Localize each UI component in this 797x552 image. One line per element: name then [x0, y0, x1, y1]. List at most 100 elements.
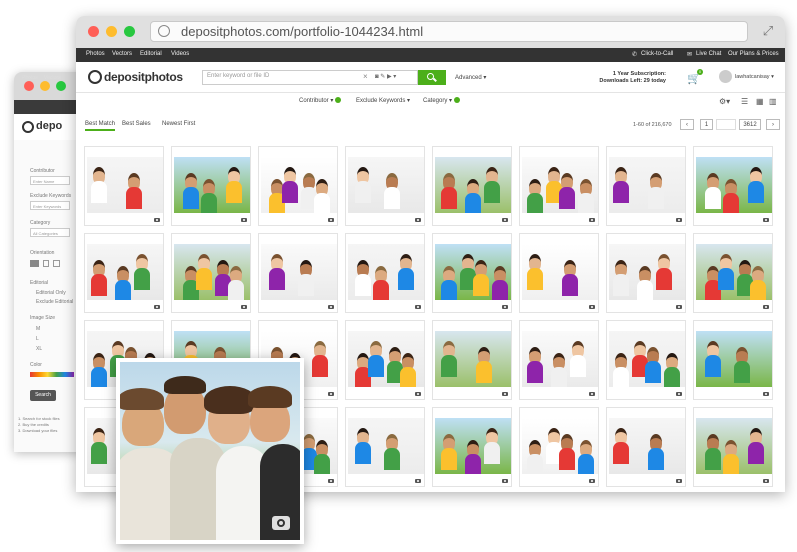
camera-icon[interactable] — [676, 218, 682, 222]
back-search-button[interactable]: Search — [30, 390, 56, 401]
camera-icon[interactable] — [502, 392, 508, 396]
camera-icon[interactable] — [241, 305, 247, 309]
photo-tile[interactable] — [693, 233, 773, 313]
camera-icon[interactable] — [589, 392, 595, 396]
address-bar[interactable]: depositphotos.com/portfolio-1044234.html — [150, 21, 748, 42]
camera-icon[interactable] — [328, 392, 334, 396]
camera-icon[interactable] — [763, 305, 769, 309]
photo-tile[interactable] — [345, 407, 425, 487]
camera-icon[interactable] — [502, 479, 508, 483]
photo-tile[interactable] — [432, 233, 512, 313]
camera-icon[interactable] — [272, 516, 290, 530]
contributor-input[interactable]: Enter Name — [30, 176, 70, 185]
camera-icon[interactable] — [763, 218, 769, 222]
photo-tile[interactable] — [345, 320, 425, 400]
search-button[interactable] — [418, 70, 446, 85]
advanced-search-dropdown[interactable]: Advanced ▾ — [455, 74, 486, 81]
nav-vectors[interactable]: Vectors — [112, 51, 132, 57]
photo-tile[interactable] — [345, 233, 425, 313]
size-option-m[interactable]: M — [36, 326, 40, 332]
camera-icon[interactable] — [676, 392, 682, 396]
camera-icon[interactable] — [415, 479, 421, 483]
camera-icon[interactable] — [154, 305, 160, 309]
editorial-only-checkbox[interactable]: Editorial Only — [36, 290, 66, 296]
search-tools-icons[interactable]: ◙ ✎ ▶ ▾ — [375, 73, 396, 80]
size-option-l[interactable]: L — [36, 336, 39, 342]
current-page-input[interactable]: 1 — [700, 119, 713, 130]
filter-contributor[interactable]: Contributor ▾ — [299, 97, 342, 104]
filter-exclude-keywords[interactable]: Exclude Keywords ▾ — [356, 97, 410, 104]
photo-tile[interactable] — [345, 146, 425, 226]
nav-editorial[interactable]: Editorial — [140, 51, 162, 57]
size-option-xl[interactable]: XL — [36, 346, 42, 352]
photo-tile[interactable] — [519, 146, 599, 226]
photo-tile[interactable] — [258, 146, 338, 226]
photo-tile[interactable] — [693, 407, 773, 487]
photo-tile[interactable] — [432, 407, 512, 487]
camera-icon[interactable] — [328, 218, 334, 222]
photo-tile[interactable] — [693, 320, 773, 400]
orientation-horizontal-icon[interactable] — [30, 260, 39, 267]
minimize-dot[interactable] — [40, 81, 50, 91]
photo-tile[interactable] — [606, 233, 686, 313]
sort-best-sales[interactable]: Best Sales — [122, 121, 151, 127]
photo-tile[interactable] — [258, 233, 338, 313]
url-text[interactable]: depositphotos.com/portfolio-1044234.html — [181, 24, 423, 39]
list-view-icon[interactable]: ☰ — [741, 97, 748, 106]
photo-tile[interactable] — [432, 146, 512, 226]
search-input[interactable]: Enter keyword or file ID × ◙ ✎ ▶ ▾ — [202, 70, 418, 85]
camera-icon[interactable] — [415, 305, 421, 309]
page-jump-input[interactable] — [716, 119, 736, 130]
camera-icon[interactable] — [241, 218, 247, 222]
camera-icon[interactable] — [676, 305, 682, 309]
prev-page-button[interactable]: ‹ — [680, 119, 694, 130]
photo-tile[interactable] — [606, 320, 686, 400]
camera-icon[interactable] — [328, 305, 334, 309]
sort-best-match[interactable]: Best Match — [85, 121, 116, 131]
gear-icon[interactable]: ⚙▾ — [719, 97, 730, 106]
sort-newest-first[interactable]: Newest First — [162, 121, 195, 127]
plans-link[interactable]: Our Plans & Prices — [728, 51, 779, 57]
camera-icon[interactable] — [415, 218, 421, 222]
grid-view-icon[interactable]: ▦ — [756, 97, 764, 106]
camera-icon[interactable] — [763, 479, 769, 483]
filter-category[interactable]: Category ▾ — [423, 97, 461, 104]
photo-tile[interactable] — [84, 146, 164, 226]
close-icon[interactable]: × — [363, 72, 368, 81]
camera-icon[interactable] — [589, 479, 595, 483]
photo-tile[interactable] — [519, 320, 599, 400]
nav-videos[interactable]: Videos — [171, 51, 189, 57]
minimize-dot[interactable] — [106, 26, 117, 37]
photo-tile[interactable] — [519, 233, 599, 313]
click-to-call-link[interactable]: Click-to-Call — [641, 51, 673, 57]
photo-tile[interactable] — [606, 146, 686, 226]
logo-icon[interactable] — [88, 70, 102, 84]
photo-tile[interactable] — [171, 233, 251, 313]
maximize-dot[interactable] — [124, 26, 135, 37]
camera-icon[interactable] — [502, 305, 508, 309]
photo-tile[interactable] — [693, 146, 773, 226]
photo-tile[interactable] — [171, 146, 251, 226]
camera-icon[interactable] — [676, 479, 682, 483]
camera-icon[interactable] — [328, 479, 334, 483]
live-chat-link[interactable]: Live Chat — [696, 51, 721, 57]
close-dot[interactable] — [88, 26, 99, 37]
photo-tile[interactable] — [606, 407, 686, 487]
photo-tile[interactable] — [432, 320, 512, 400]
camera-icon[interactable] — [763, 392, 769, 396]
exclude-editorial-checkbox[interactable]: Exclude Editorial — [36, 299, 73, 305]
camera-icon[interactable] — [589, 218, 595, 222]
close-dot[interactable] — [24, 81, 34, 91]
category-select[interactable]: All Categories — [30, 228, 70, 237]
camera-icon[interactable] — [589, 305, 595, 309]
back-nav-photos[interactable]: Photos — [22, 75, 38, 81]
expand-icon[interactable]: ⤢ — [761, 24, 775, 38]
orientation-vertical-icon[interactable] — [43, 260, 49, 267]
orientation-square-icon[interactable] — [53, 260, 60, 267]
color-picker-bar[interactable] — [30, 372, 74, 377]
maximize-dot[interactable] — [56, 81, 66, 91]
avatar[interactable] — [719, 70, 732, 83]
next-page-button[interactable]: › — [766, 119, 780, 130]
large-grid-view-icon[interactable]: ▥ — [769, 97, 777, 106]
logo-text[interactable]: depositphotos — [104, 70, 183, 84]
